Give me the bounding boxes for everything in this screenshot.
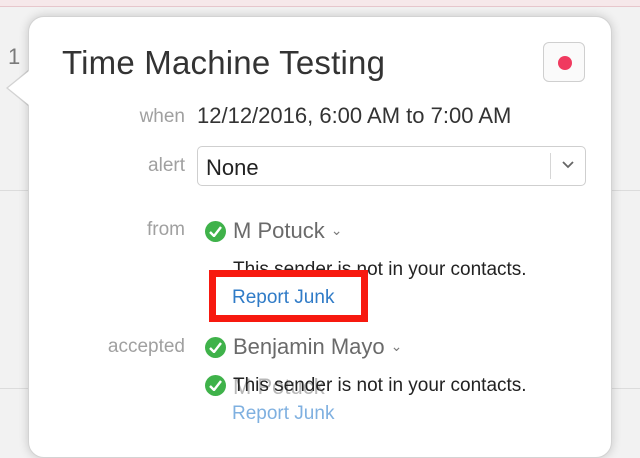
- organizer-name-text: M Potuck: [233, 218, 325, 243]
- popover-pointer-fill: [8, 71, 29, 105]
- overlapping-report-junk-link: Report Junk: [232, 403, 335, 424]
- alert-select[interactable]: None: [197, 146, 586, 186]
- when-value[interactable]: 12/12/2016, 6:00 AM to 7:00 AM: [197, 103, 511, 129]
- check-circle-icon: [205, 375, 226, 396]
- background-bar: [0, 0, 640, 7]
- event-title[interactable]: Time Machine Testing: [62, 44, 385, 82]
- background-text: 1: [8, 44, 21, 69]
- highlight-box: [209, 270, 368, 322]
- background-divider: [0, 388, 30, 389]
- from-label: from: [147, 219, 185, 240]
- alert-select-value: None: [206, 155, 259, 180]
- check-circle-icon: [205, 337, 226, 358]
- attendee-note: This sender is not in your contacts.: [233, 375, 527, 396]
- background-divider: [610, 388, 640, 389]
- accepted-label: accepted: [107, 336, 185, 357]
- calendar-color-button[interactable]: [543, 42, 585, 82]
- background-divider: [0, 190, 30, 191]
- check-circle-icon: [205, 221, 226, 242]
- select-divider: [550, 153, 551, 179]
- when-label: when: [139, 106, 185, 127]
- attendee-name[interactable]: Benjamin Mayo ⌄: [233, 334, 402, 360]
- calendar-color-dot: [558, 56, 572, 70]
- attendee-name-text: Benjamin Mayo: [233, 334, 385, 359]
- background-divider: [610, 190, 640, 191]
- chevron-down-icon: [562, 161, 574, 169]
- chevron-down-icon: ⌄: [330, 222, 343, 238]
- alert-label: alert: [148, 155, 185, 176]
- chevron-down-icon: ⌄: [390, 338, 403, 354]
- organizer-name[interactable]: M Potuck ⌄: [233, 218, 342, 244]
